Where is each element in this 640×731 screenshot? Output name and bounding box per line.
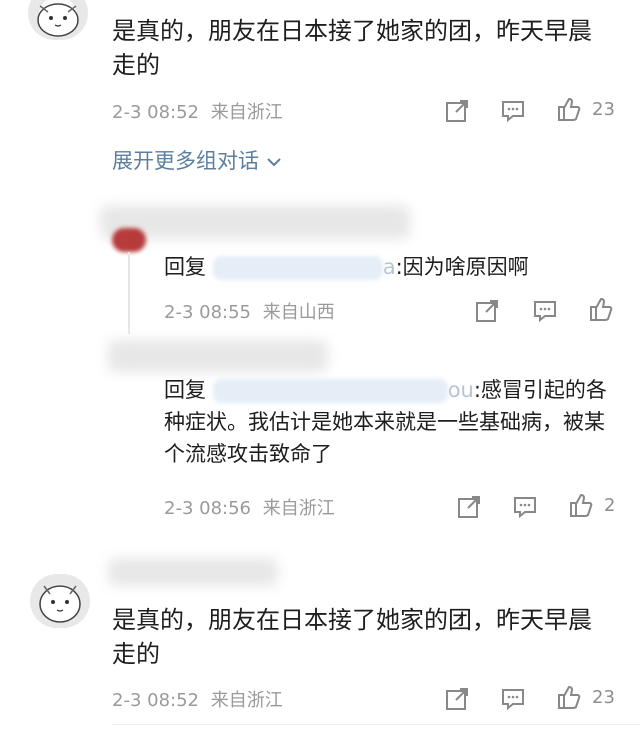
share-button[interactable] [444, 98, 470, 128]
expand-more-link[interactable]: 展开更多组对话 [112, 145, 282, 175]
comment-button[interactable] [500, 98, 526, 128]
share-icon [476, 300, 498, 322]
avatar[interactable] [112, 228, 146, 252]
blurred-mention[interactable] [212, 379, 448, 403]
like-count: 23 [592, 687, 615, 708]
comment-text: 是真的，朋友在日本接了她家的团，昨天早晨走的 [112, 17, 592, 79]
blurred-username [100, 205, 410, 239]
blurred-mention[interactable] [212, 256, 383, 280]
thread-line [128, 252, 130, 334]
thumbs-up-icon [590, 297, 613, 321]
avatar[interactable] [30, 574, 90, 628]
comment-icon [514, 497, 536, 519]
chevron-down-icon [266, 158, 281, 167]
thumbs-up-icon [558, 685, 581, 709]
comment-button[interactable] [512, 494, 538, 524]
divider [112, 724, 640, 725]
reply-location: 来自山西 [262, 302, 335, 323]
reply-location: 来自浙江 [262, 498, 335, 519]
reply-prefix: 回复 [164, 378, 206, 402]
reply-text: :因为啥原因啊 [395, 255, 529, 279]
like-button[interactable] [588, 296, 614, 326]
avatar[interactable] [28, 0, 88, 40]
like-button[interactable] [556, 96, 582, 126]
avatar-cat-icon [39, 585, 81, 623]
comment-time: 2-3 08:52 [112, 102, 199, 123]
reply-prefix: 回复 [164, 255, 206, 279]
thumbs-up-icon [570, 493, 593, 517]
comment-button[interactable] [532, 298, 558, 328]
thumbs-up-icon [558, 97, 581, 121]
like-count: 23 [592, 99, 615, 120]
expand-label: 展开更多组对话 [112, 149, 259, 173]
comment-button[interactable] [500, 686, 526, 716]
avatar-cat-icon [37, 3, 79, 37]
comment-icon [502, 101, 524, 123]
share-button[interactable] [474, 298, 500, 328]
share-button[interactable] [456, 494, 482, 524]
like-button[interactable] [568, 492, 594, 522]
reply-time: 2-3 08:56 [164, 498, 251, 519]
comment-location: 来自浙江 [210, 102, 283, 123]
share-icon [446, 688, 468, 710]
comment-icon [502, 689, 524, 711]
like-count: 2 [604, 495, 616, 516]
blurred-username [108, 558, 278, 586]
share-icon [446, 100, 468, 122]
mention-tail[interactable]: a [383, 255, 396, 279]
comment-time: 2-3 08:52 [112, 690, 199, 711]
blurred-username [108, 340, 328, 372]
comment-location: 来自浙江 [210, 690, 283, 711]
mention-tail[interactable]: ou [448, 378, 474, 402]
share-icon [458, 496, 480, 518]
share-button[interactable] [444, 686, 470, 716]
reply-time: 2-3 08:55 [164, 302, 251, 323]
like-button[interactable] [556, 684, 582, 714]
comment-text: 是真的，朋友在日本接了她家的团，昨天早晨走的 [112, 606, 592, 668]
comment-icon [534, 301, 556, 323]
